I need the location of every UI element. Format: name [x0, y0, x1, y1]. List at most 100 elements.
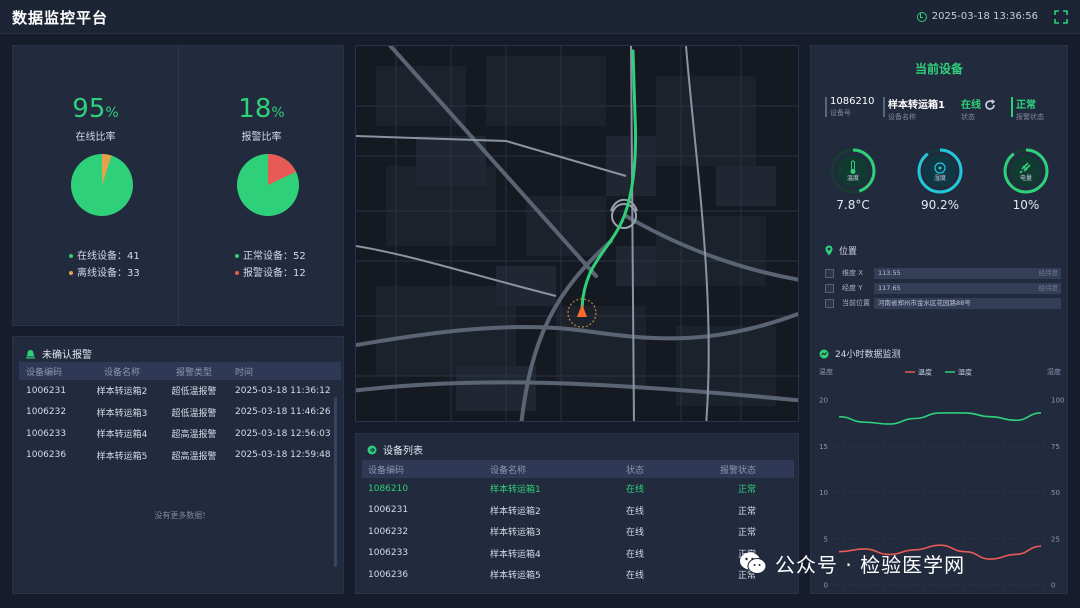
- trend-header: 24小时数据监测: [819, 347, 900, 360]
- device-id-field: 1086210 设备号: [825, 96, 875, 118]
- wechat-footer: 公众号 · 检验医学网: [739, 547, 965, 579]
- device-table: 设备编码 设备名称 状态 报警状态 1086210 样本转运箱1 在线 正常 1…: [362, 460, 794, 586]
- online-ratio-label: 在线比率: [75, 132, 116, 143]
- col-device-name: 设备名称: [103, 367, 140, 378]
- refresh-icon[interactable]: [984, 99, 996, 111]
- fullscreen-icon[interactable]: [1054, 10, 1068, 24]
- location-header: 位置: [825, 244, 857, 257]
- col-alarm-status: 报警状态: [719, 465, 756, 476]
- right-axis-label: 湿度: [1047, 367, 1061, 376]
- humidity-gauge: 湿度: [916, 147, 964, 195]
- legend-offline-devices: 离线设备：33: [69, 264, 140, 279]
- right-tick-label: 100: [1051, 397, 1064, 405]
- unconfirmed-alarms-panel: 未确认报警 设备编码 设备名称 报警类型 时间 1006231 样本转运箱2 超…: [12, 336, 344, 594]
- table-row[interactable]: 1006232 样本转运箱3 在线 正常: [362, 521, 794, 543]
- current-device-panel: 当前设备 1086210 设备号 样本转运箱1 设备名称 在线 状态 正常 报警…: [810, 45, 1068, 594]
- legend-humidity: 湿度: [958, 368, 972, 377]
- field-marker: [825, 97, 827, 117]
- left-tick-label: 20: [819, 397, 828, 405]
- right-tick-label: 25: [1051, 535, 1060, 543]
- alarm-table-header: 设备编码 设备名称 报警类型 时间: [19, 362, 341, 380]
- legend-dot: [69, 271, 73, 275]
- unconfirmed-alarms-title: 未确认报警: [42, 350, 92, 361]
- location-checkbox[interactable]: [825, 298, 834, 308]
- device-list-header: 设备列表: [367, 442, 423, 457]
- legend-normal-devices: 正常设备：52: [235, 247, 306, 262]
- device-status-field: 在线 状态: [961, 96, 996, 122]
- battery-gauge: 电量: [1002, 147, 1050, 195]
- online-ratio-section: 95% 在线比率 在线设备：41 离线设备：33: [13, 46, 178, 325]
- left-tick-label: 5: [824, 535, 828, 543]
- ratio-panel: 95% 在线比率 在线设备：41 离线设备：33 18% 报警比率 正常设备：5…: [12, 45, 344, 326]
- alarm-ratio-pie: [237, 154, 299, 216]
- trend-title: 24小时数据监测: [835, 350, 901, 360]
- location-y-field: 117.65 经纬度: [874, 282, 1061, 294]
- device-alarm-field: 正常 报警状态: [1011, 96, 1044, 122]
- gauge-label: 温度: [847, 174, 859, 182]
- location-x-field: 113.55 经纬度: [874, 267, 1061, 279]
- chart-icon: [819, 349, 829, 358]
- legend-dot: [235, 271, 239, 275]
- location-pin-icon: [825, 245, 833, 256]
- current-device-title: 当前设备: [914, 62, 963, 76]
- device-location-map[interactable]: [355, 45, 799, 422]
- gauge-label: 湿度: [934, 174, 946, 182]
- temperature-gauge-ring: 温度: [830, 148, 876, 194]
- alarm-table: 设备编码 设备名称 报警类型 时间 1006231 样本转运箱2 超低温报警 2…: [19, 362, 341, 520]
- legend-dot: [235, 254, 239, 258]
- legend-alarm-devices: 报警设备：12: [235, 264, 306, 279]
- unconfirmed-alarms-header: 未确认报警: [25, 346, 92, 361]
- table-row[interactable]: 1006236 样本转运箱5 超高温报警 2025-03-18 12:59:48: [19, 445, 341, 467]
- gauge-label: 电量: [1020, 174, 1032, 182]
- legend-dot: [69, 254, 73, 258]
- datetime-text: 2025-03-18 13:36:56: [931, 11, 1038, 22]
- left-axis-label: 温度: [819, 367, 833, 376]
- map-canvas: [356, 46, 798, 421]
- table-row[interactable]: 1006231 样本转运箱2 超低温报警 2025-03-18 11:36:12: [19, 380, 341, 402]
- location-checkbox[interactable]: [825, 283, 834, 293]
- series-line-humidity: [838, 412, 1042, 425]
- clock-icon: [916, 11, 927, 22]
- alarm-empty-message: 没有更多数据!: [154, 511, 206, 520]
- alarm-ratio-value: 18%: [238, 94, 285, 124]
- table-row[interactable]: 1006233 样本转运箱4 超高温报警 2025-03-18 12:56:03: [19, 423, 341, 445]
- location-row-x: 维度 X 113.55 经纬度: [825, 267, 1061, 279]
- footer-text: 公众号 · 检验医学网: [775, 552, 966, 577]
- top-bar: 数据监控平台 2025-03-18 13:36:56: [0, 0, 1080, 34]
- col-time: 时间: [235, 367, 254, 378]
- table-row[interactable]: 1006231 样本转运箱2 在线 正常: [362, 500, 794, 522]
- right-tick-label: 0: [1051, 582, 1055, 590]
- col-device-name: 设备名称: [490, 465, 527, 476]
- humidity-value: 90.2%: [920, 198, 960, 212]
- table-row[interactable]: 1006233 样本转运箱4 在线 正常: [362, 543, 794, 565]
- datetime-display: 2025-03-18 13:36:56: [916, 11, 1038, 22]
- battery-gauge-ring: 电量: [1003, 148, 1049, 194]
- app-title: 数据监控平台: [12, 9, 109, 27]
- online-ratio-pie: [71, 154, 133, 216]
- legend-temperature: 温度: [918, 368, 932, 377]
- wechat-icon: [740, 552, 767, 574]
- location-address-field: 河南省郑州市金水区花园路88号: [874, 297, 1061, 309]
- humidity-gauge-ring: 湿度: [917, 148, 963, 194]
- device-name-field: 样本转运箱1 设备名称: [883, 96, 945, 122]
- location-checkbox[interactable]: [825, 268, 834, 278]
- temperature-gauge: 温度: [829, 147, 877, 195]
- field-marker: [1011, 97, 1013, 117]
- left-tick-label: 0: [824, 582, 828, 590]
- map-blocks: [376, 56, 776, 406]
- location-row-y: 经度 Y 117.65 经纬度: [825, 282, 1061, 294]
- right-tick-label: 50: [1051, 489, 1060, 497]
- table-row[interactable]: 1006232 样本转运箱3 超低温报警 2025-03-18 11:46:26: [19, 402, 341, 424]
- online-ratio-value: 95%: [72, 94, 119, 124]
- table-row-active[interactable]: 1086210 样本转运箱1 在线 正常: [362, 478, 794, 500]
- temperature-value: 7.8°C: [836, 198, 870, 212]
- alarm-scrollbar[interactable]: [334, 397, 337, 567]
- alarm-ratio-label: 报警比率: [241, 132, 282, 143]
- device-list-title: 设备列表: [383, 446, 423, 457]
- col-device-code: 设备编码: [368, 465, 405, 476]
- device-list-panel: 设备列表 设备编码 设备名称 状态 报警状态 1086210 样本转运箱1 在线…: [355, 433, 799, 594]
- field-marker: [883, 97, 885, 117]
- legend-online-devices: 在线设备：41: [69, 247, 140, 262]
- left-tick-label: 15: [819, 443, 828, 451]
- table-row[interactable]: 1006236 样本转运箱5 在线 正常: [362, 564, 794, 586]
